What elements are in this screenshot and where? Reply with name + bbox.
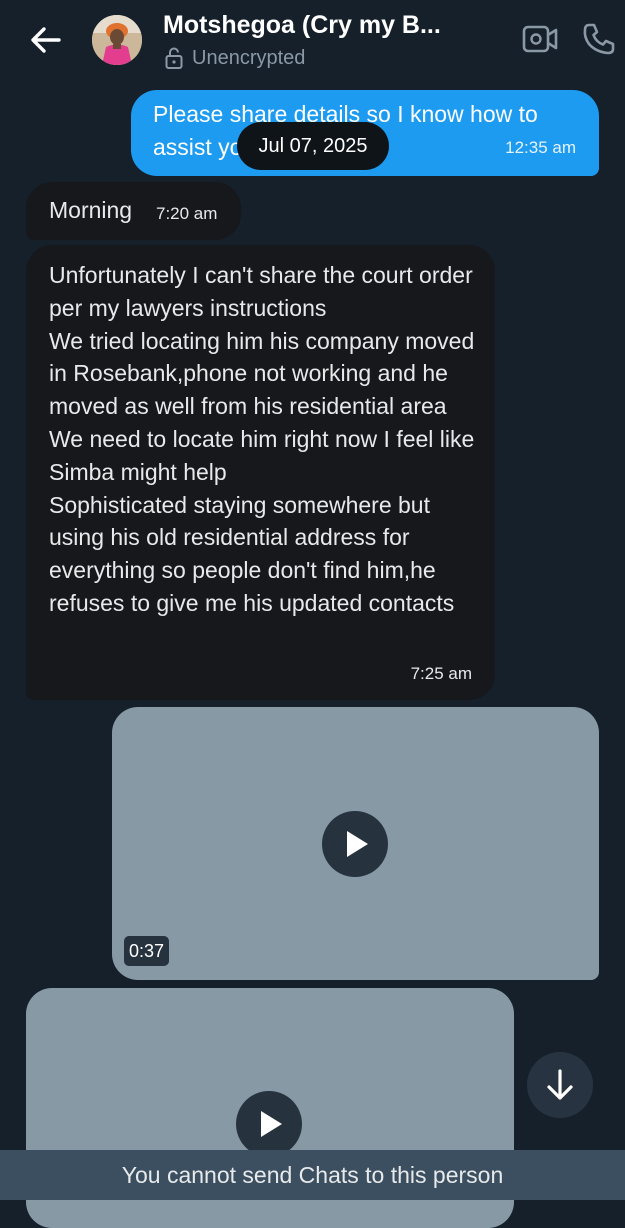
play-button[interactable] <box>236 1091 302 1157</box>
message-text: Unfortunately I can't share the court or… <box>49 262 475 616</box>
video-call-button[interactable] <box>521 22 559 56</box>
avatar[interactable] <box>92 15 142 65</box>
avatar-image <box>92 15 142 65</box>
message-time: 7:20 am <box>156 204 218 223</box>
play-button[interactable] <box>322 811 388 877</box>
unlock-icon <box>165 47 183 69</box>
video-duration: 0:37 <box>124 936 170 966</box>
back-arrow-icon <box>31 27 61 53</box>
contact-name[interactable]: Motshegoa (Cry my B... <box>163 11 441 40</box>
phone-icon <box>583 23 615 55</box>
cannot-send-notice: You cannot send Chats to this person <box>0 1150 625 1200</box>
video-message[interactable]: 0:37 <box>112 707 599 980</box>
play-icon <box>261 1111 282 1137</box>
incoming-message[interactable]: Unfortunately I can't share the court or… <box>26 245 495 700</box>
message-time: 12:35 am <box>505 138 576 157</box>
scroll-to-bottom-button[interactable] <box>527 1052 593 1118</box>
chat-header: Motshegoa (Cry my B... Unencrypted <box>0 0 625 82</box>
date-divider: Jul 07, 2025 <box>237 122 389 170</box>
phone-call-button[interactable] <box>580 20 618 58</box>
message-time: 7:25 am <box>410 664 472 683</box>
play-icon <box>347 831 368 857</box>
message-text: Morning <box>49 197 133 223</box>
video-call-icon <box>522 25 558 53</box>
arrow-down-icon <box>547 1069 573 1100</box>
encryption-status: Unencrypted <box>164 45 305 71</box>
back-button[interactable] <box>26 22 66 58</box>
incoming-message[interactable]: Morning 7:20 am <box>26 182 241 240</box>
encryption-label: Unencrypted <box>192 46 306 69</box>
